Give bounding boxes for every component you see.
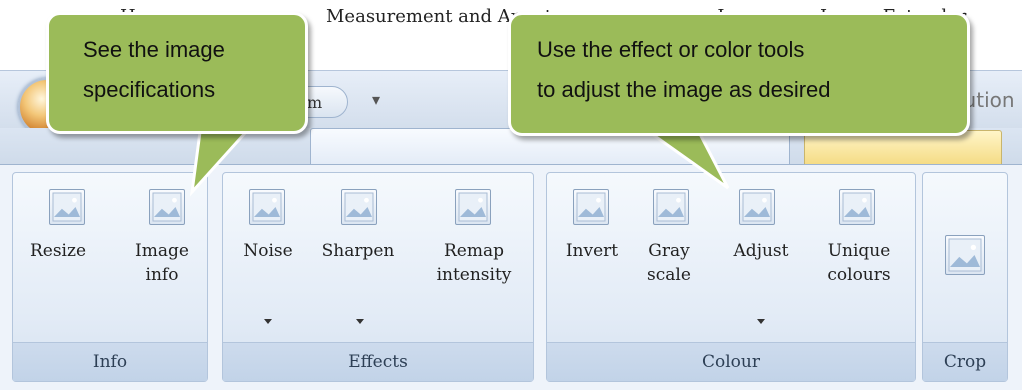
left-callout-tail — [189, 130, 250, 197]
right-callout: Use the effect or color tools to adjust … — [508, 12, 970, 136]
right-callout-line2: to adjust the image as desired — [537, 77, 831, 102]
left-callout: See the image specifications — [46, 12, 308, 134]
left-callout-line1: See the image — [83, 37, 225, 62]
right-callout-tail — [647, 132, 730, 190]
left-callout-line2: specifications — [83, 77, 216, 102]
right-callout-line1: Use the effect or color tools — [537, 37, 805, 62]
